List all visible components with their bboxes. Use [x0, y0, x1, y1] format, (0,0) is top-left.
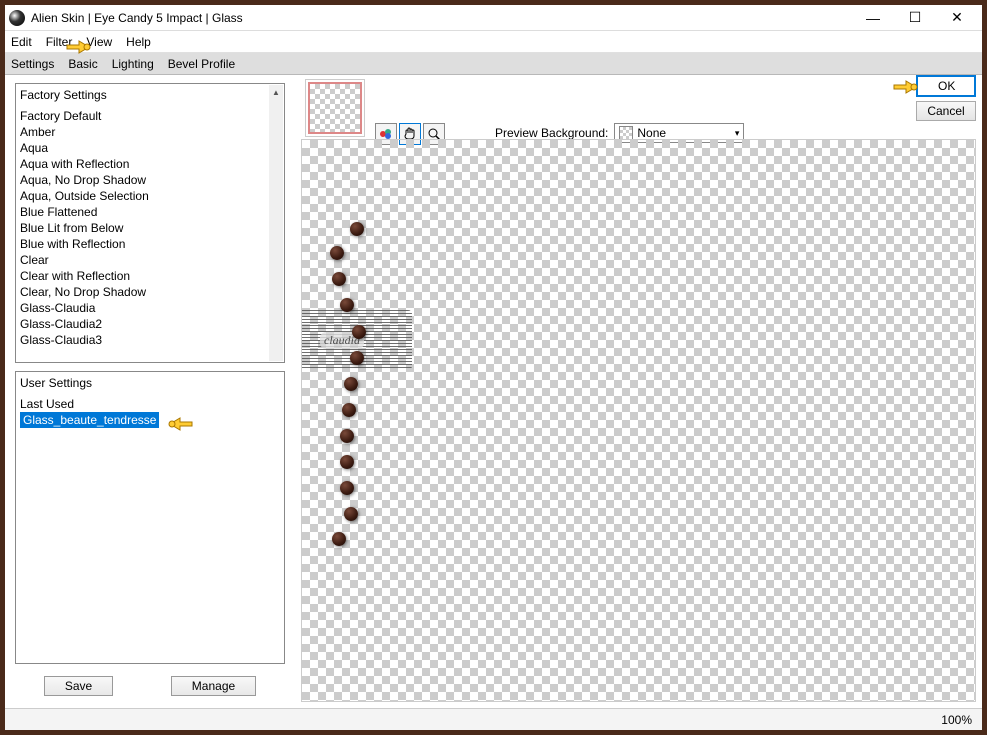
menu-view[interactable]: View [86, 35, 112, 49]
statusbar: 100% [5, 708, 982, 730]
bead-icon [350, 222, 364, 236]
window-title: Alien Skin | Eye Candy 5 Impact | Glass [31, 11, 852, 25]
list-item[interactable]: Clear with Reflection [20, 268, 280, 284]
main-area: Factory Settings Factory DefaultAmberAqu… [5, 75, 982, 708]
preview-controls: Preview Background: None ▾ OK Cancel [295, 75, 982, 139]
list-item[interactable]: Clear, No Drop Shadow [20, 284, 280, 300]
list-item[interactable]: Factory Default [20, 108, 280, 124]
list-item[interactable]: Glass-Claudia [20, 300, 280, 316]
bead-icon [350, 351, 364, 365]
list-item[interactable]: Amber [20, 124, 280, 140]
zoom-level: 100% [941, 713, 972, 727]
bead-icon [330, 246, 344, 260]
tab-bevel-profile[interactable]: Bevel Profile [168, 55, 235, 73]
tab-basic[interactable]: Basic [68, 55, 97, 73]
tab-settings[interactable]: Settings [11, 55, 54, 73]
minimize-button[interactable]: — [852, 7, 894, 29]
left-panel: Factory Settings Factory DefaultAmberAqu… [5, 75, 295, 708]
scrollbar[interactable]: ▲ [269, 85, 283, 361]
menu-help[interactable]: Help [126, 35, 151, 49]
menu-filter[interactable]: Filter [46, 35, 73, 49]
checker-swatch-icon [619, 126, 633, 140]
preview-background-label: Preview Background: [495, 126, 608, 140]
manage-button[interactable]: Manage [171, 676, 256, 696]
bead-icon [340, 298, 354, 312]
list-item[interactable]: Aqua, Outside Selection [20, 188, 280, 204]
list-item[interactable]: Aqua, No Drop Shadow [20, 172, 280, 188]
list-item[interactable]: Glass_beaute_tendresse [20, 412, 159, 428]
thumbnail-checker [308, 82, 362, 134]
bead-icon [340, 429, 354, 443]
dialog-buttons: OK Cancel [916, 75, 976, 121]
user-settings-header: User Settings [20, 376, 280, 390]
list-item[interactable]: Glass-Claudia2 [20, 316, 280, 332]
right-panel: Preview Background: None ▾ OK Cancel [295, 75, 982, 708]
factory-settings-list[interactable]: Factory Settings Factory DefaultAmberAqu… [15, 83, 285, 363]
list-item[interactable]: Blue Flattened [20, 204, 280, 220]
preview-background-value: None [637, 126, 666, 140]
cancel-button[interactable]: Cancel [916, 101, 976, 121]
maximize-button[interactable]: ☐ [894, 7, 936, 29]
preview-thumbnail[interactable] [305, 79, 365, 137]
user-settings-list[interactable]: User Settings Last UsedGlass_beaute_tend… [15, 371, 285, 664]
bead-icon [344, 507, 358, 521]
bead-icon [344, 377, 358, 391]
menu-edit[interactable]: Edit [11, 35, 32, 49]
left-panel-buttons: Save Manage [15, 672, 285, 700]
bead-icon [332, 272, 346, 286]
bead-icon [332, 532, 346, 546]
list-item[interactable]: Glass-Claudia3 [20, 332, 280, 348]
bead-icon [340, 455, 354, 469]
close-button[interactable]: ✕ [936, 7, 978, 29]
scroll-up-icon[interactable]: ▲ [269, 85, 283, 99]
tabbar: Settings Basic Lighting Bevel Profile [5, 53, 982, 75]
bead-icon [340, 481, 354, 495]
list-item[interactable]: Blue with Reflection [20, 236, 280, 252]
titlebar: Alien Skin | Eye Candy 5 Impact | Glass … [5, 5, 982, 31]
list-item[interactable]: Clear [20, 252, 280, 268]
bead-icon [342, 403, 356, 417]
bead-icon [352, 325, 366, 339]
tab-lighting[interactable]: Lighting [112, 55, 154, 73]
list-item[interactable]: Aqua [20, 140, 280, 156]
list-item[interactable]: Aqua with Reflection [20, 156, 280, 172]
save-button[interactable]: Save [44, 676, 113, 696]
factory-settings-header: Factory Settings [20, 88, 280, 102]
list-item[interactable]: Blue Lit from Below [20, 220, 280, 236]
list-item[interactable]: Last Used [20, 396, 280, 412]
app-icon [9, 10, 25, 26]
menubar: Edit Filter View Help [5, 31, 982, 53]
ok-button[interactable]: OK [916, 75, 976, 97]
preview-canvas[interactable]: claudia [301, 139, 976, 702]
window-controls: — ☐ ✕ [852, 7, 978, 29]
chevron-down-icon: ▾ [735, 128, 740, 139]
